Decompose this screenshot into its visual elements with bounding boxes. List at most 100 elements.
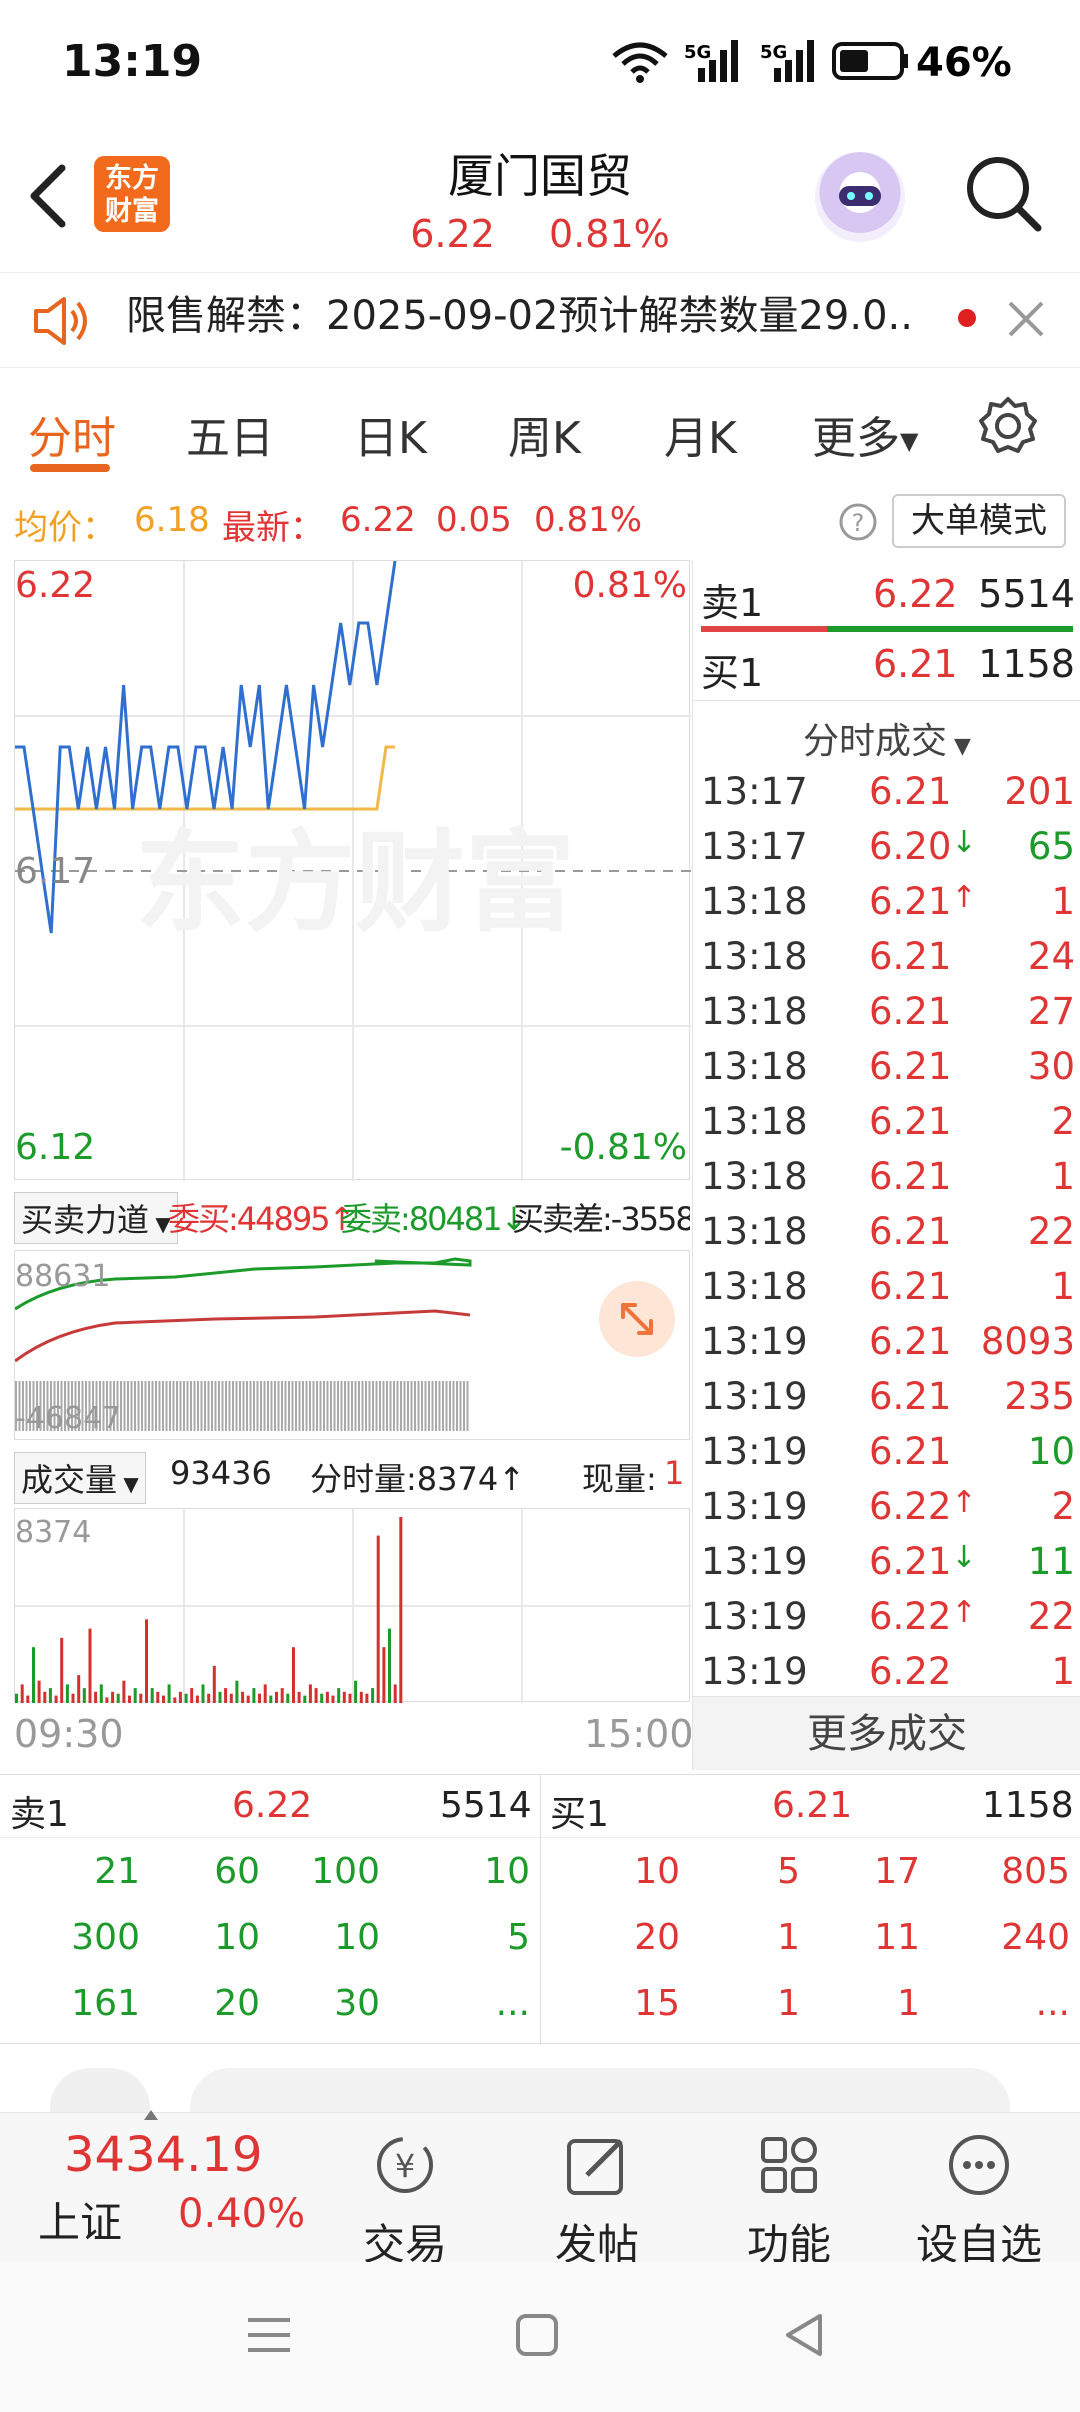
index-name[interactable]: 上证 (38, 2189, 122, 2250)
tab-daily-k[interactable]: 日K (354, 402, 427, 466)
force-bar (144, 1381, 147, 1431)
force-bar (417, 1381, 420, 1431)
force-bar (452, 1381, 455, 1431)
caret-down-icon: ▼ (947, 734, 971, 759)
tick-list: 13:17 6.21 201 13:17 6.20 ↓ 65 13:18 6.21 ↑ 1 13:18… (693, 770, 1080, 1693)
intraday-price-chart[interactable]: 东方财富 6.22 0.81% 6.17 6.12 -0.81% (14, 560, 691, 1181)
force-bar (386, 1381, 388, 1431)
comment-avatar-icon[interactable] (50, 2068, 150, 2112)
nav-add-watchlist[interactable]: 设自选 (914, 2131, 1044, 2272)
tick-row: 13:17 6.21 201 (693, 770, 1080, 825)
volume-bar (122, 1680, 126, 1703)
orderbook-buy1-price: 6.21 (873, 642, 958, 686)
volume-chart[interactable]: 8374 (14, 1508, 691, 1703)
tab-intraday[interactable]: 分时 (28, 402, 116, 466)
depth-buy-qty: 1158 (982, 1785, 1074, 1826)
force-bar (127, 1381, 129, 1431)
volume-bar (393, 1684, 397, 1703)
force-bar (267, 1381, 269, 1431)
volume-bar (275, 1691, 278, 1703)
force-chart[interactable]: 88631 -46847 (14, 1250, 690, 1440)
orderbook-buy1-qty: 1158 (978, 642, 1075, 686)
volume-bar (348, 1693, 352, 1703)
force-bar (232, 1381, 234, 1431)
index-value[interactable]: 3434.19 (64, 2127, 263, 2183)
comment-input[interactable] (190, 2068, 1010, 2112)
caret-down-icon: ▼ (117, 1472, 139, 1496)
force-bar (134, 1381, 136, 1431)
force-bar (305, 1381, 308, 1431)
tick-price: 6.21 (869, 1265, 952, 1308)
tick-volume: 2 (1051, 1100, 1075, 1143)
tick-arrow-icon: ↑ (951, 1595, 977, 1630)
tick-volume: 2 (1051, 1485, 1075, 1528)
tick-time: 13:17 (701, 825, 808, 868)
notice-bar[interactable]: 限售解禁：2025-09-02预计解禁数量29.0.. (0, 272, 1080, 368)
tick-row: 13:19 6.22 ↑ 2 (693, 1485, 1080, 1540)
volume-bar (133, 1688, 137, 1703)
tick-volume: 8093 (980, 1320, 1075, 1363)
volume-bar (258, 1693, 261, 1703)
depth-buy-cell: 805 (1001, 1851, 1070, 1892)
depth-sell-cell: 20 (214, 1983, 260, 2024)
force-bar (389, 1381, 392, 1431)
tick-volume: 10 (1027, 1430, 1075, 1473)
tick-time: 13:17 (701, 770, 808, 813)
battery-icon (832, 42, 908, 80)
tick-volume: 1 (1051, 1650, 1075, 1693)
time-end: 15:00 (584, 1712, 694, 1756)
force-dropdown[interactable]: 买卖力道 ▼ (14, 1192, 178, 1244)
nav-post[interactable]: 发帖 (532, 2131, 662, 2272)
gear-icon[interactable] (976, 394, 1040, 458)
tick-time: 13:19 (701, 1650, 808, 1693)
depth-buy-cell: 20 (634, 1917, 680, 1958)
depth-sell-cell: 30 (334, 1983, 380, 2024)
volume-bar (60, 1637, 64, 1703)
nav-functions[interactable]: 功能 (724, 2131, 854, 2272)
speaker-icon (34, 297, 87, 345)
force-bar (354, 1381, 357, 1431)
volume-dropdown[interactable]: 成交量 ▼ (14, 1452, 146, 1504)
volume-chart-svg (15, 1509, 691, 1703)
force-bar (323, 1381, 325, 1431)
force-bar (291, 1381, 294, 1431)
tick-volume: 1 (1051, 1265, 1075, 1308)
tick-row: 13:18 6.21 1 (693, 1155, 1080, 1210)
nav-trade[interactable]: ¥ 交易 (340, 2131, 470, 2272)
chart-top-pct: 0.81% (572, 565, 687, 606)
search-icon[interactable] (962, 152, 1046, 236)
volume-bar (269, 1695, 273, 1703)
force-bar (186, 1381, 189, 1431)
big-order-mode-button[interactable]: 大单模式 (892, 494, 1066, 548)
index-pct[interactable]: 0.40% (178, 2191, 305, 2237)
tab-weekly-k[interactable]: 周K (508, 402, 581, 466)
volume-current-value: 1 (664, 1454, 685, 1492)
volume-bar (105, 1697, 109, 1703)
depth-sell-cell: 60 (214, 1851, 260, 1892)
tab-monthly-k[interactable]: 月K (664, 402, 737, 466)
force-bar (165, 1381, 168, 1431)
tab-five-day[interactable]: 五日 (186, 402, 274, 466)
home-icon[interactable] (512, 2310, 562, 2360)
back-icon[interactable] (780, 2310, 830, 2360)
ticks-header[interactable]: 分时成交 ▼ (693, 712, 1080, 764)
tick-time: 13:18 (701, 1045, 808, 1088)
more-trades-button[interactable]: 更多成交 (693, 1696, 1080, 1770)
tick-volume: 235 (1004, 1375, 1075, 1418)
force-bar (302, 1381, 304, 1431)
volume-bar (145, 1619, 148, 1703)
help-icon[interactable]: ? (838, 502, 878, 542)
tick-price: 6.21 ↓ (869, 1540, 977, 1583)
force-bar (183, 1381, 185, 1431)
menu-icon[interactable] (244, 2310, 294, 2360)
force-bar (316, 1381, 318, 1431)
expand-icon[interactable] (599, 1281, 675, 1357)
force-bar (130, 1381, 133, 1431)
tab-more[interactable]: 更多▼ (812, 402, 918, 466)
tick-time: 13:18 (701, 935, 808, 978)
volume-bar (365, 1693, 369, 1703)
volume-bar (32, 1647, 35, 1703)
assistant-avatar-icon[interactable] (815, 152, 905, 242)
close-icon[interactable] (1004, 297, 1048, 341)
force-bar (379, 1381, 381, 1431)
